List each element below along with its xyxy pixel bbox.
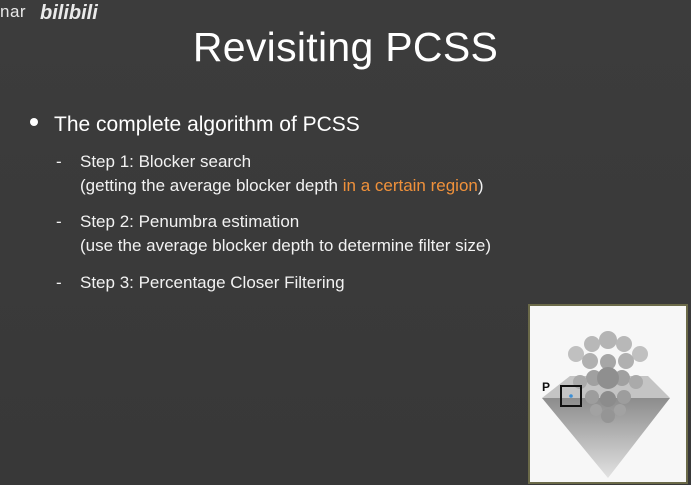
step-dash: - — [56, 273, 62, 292]
point-p-marker — [569, 394, 573, 398]
step-1-detail-close: ) — [477, 176, 484, 195]
svg-text:bilibili: bilibili — [40, 2, 98, 24]
step-2: - Step 2: Penumbra estimation (use the av… — [56, 210, 491, 258]
slide: nar bilibili Revisiting PCSS The complet… — [0, 0, 691, 485]
blocker-region-diagram — [542, 331, 670, 478]
pcss-blocker-figure: P — [528, 304, 688, 484]
step-1-detail: (getting the average blocker depth in a … — [56, 174, 484, 198]
bilibili-logo-icon: bilibili — [40, 2, 98, 24]
step-dash: - — [56, 152, 62, 171]
main-bullet-text: The complete algorithm of PCSS — [54, 113, 360, 136]
main-bullet: The complete algorithm of PCSS — [30, 113, 360, 137]
step-1-detail-text: (getting the average blocker depth — [80, 176, 343, 195]
step-2-detail: (use the average blocker depth to determ… — [80, 236, 492, 255]
step-1: - Step 1: Blocker search (getting the ave… — [56, 150, 484, 198]
step-3-title: Step 3: Percentage Closer Filtering — [80, 273, 345, 292]
step-1-highlight: in a certain region — [342, 176, 478, 195]
point-p-label: P — [542, 380, 551, 394]
slide-title: Revisiting PCSS — [192, 24, 499, 70]
watermark-text: nar — [0, 2, 27, 21]
step-dash: - — [56, 212, 62, 231]
step-3: - Step 3: Percentage Closer Filtering — [56, 271, 345, 295]
step-2-title: Step 2: Penumbra estimation — [80, 212, 300, 231]
step-1-title: Step 1: Blocker search — [80, 152, 252, 171]
bullet-dot-icon — [30, 118, 38, 127]
